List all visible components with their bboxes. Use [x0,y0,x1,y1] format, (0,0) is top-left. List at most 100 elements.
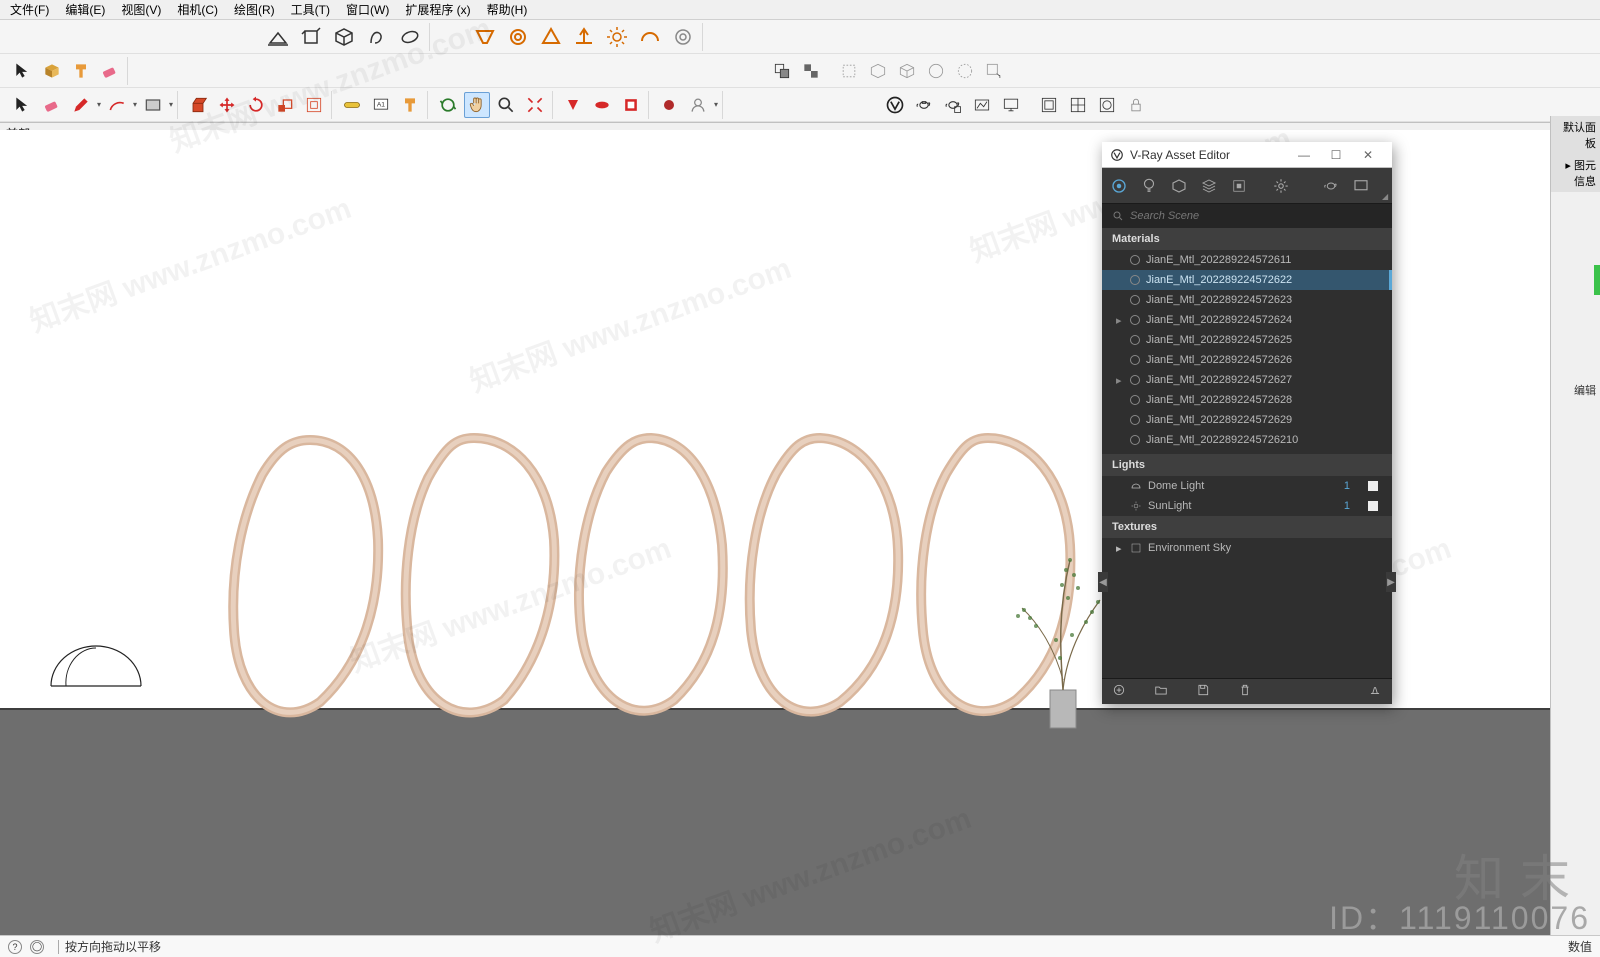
vray-titlebar[interactable]: V-Ray Asset Editor — ☐ ✕ [1102,142,1392,168]
scale-icon[interactable] [272,92,298,118]
menu-view[interactable]: 视图(V) [113,0,169,20]
paint2-icon[interactable] [397,92,423,118]
vray-tab-frame-icon[interactable] [1352,176,1370,196]
vray-tab-geometry-icon[interactable] [1170,176,1188,196]
frame-render-icon[interactable] [969,92,995,118]
style4-icon[interactable] [362,22,392,52]
viewport2-icon[interactable] [1065,92,1091,118]
vray-sel2-icon[interactable] [798,58,824,84]
status-user-icon[interactable]: ◯ [30,940,44,954]
menu-tools[interactable]: 工具(T) [283,0,338,20]
vray-wire1-icon[interactable] [865,58,891,84]
vray-tab-textures-icon[interactable] [1200,176,1218,196]
rect-icon[interactable] [140,92,166,118]
red1-icon[interactable] [560,92,586,118]
style2-icon[interactable] [296,22,326,52]
monitor-icon[interactable] [998,92,1024,118]
cam-circle-icon[interactable] [503,22,533,52]
user-icon[interactable] [685,92,711,118]
menu-camera[interactable]: 相机(C) [169,0,226,20]
pencil-icon[interactable] [68,92,94,118]
text-icon[interactable]: A1 [368,92,394,118]
model-ring-3[interactable] [566,430,736,720]
vray-section-lights[interactable]: Lights [1102,454,1392,476]
red3-icon[interactable] [618,92,644,118]
teapot2-icon[interactable] [940,92,966,118]
vray-search[interactable]: Search Scene [1102,204,1392,228]
red2-icon[interactable] [589,92,615,118]
vray-circle-icon[interactable] [923,58,949,84]
material-item[interactable]: JianE_Mtl_202289224572623 [1102,290,1392,310]
menu-draw[interactable]: 绘图(R) [226,0,283,20]
vray-tab-gear-icon[interactable] [1272,176,1290,196]
vray-tab-lights-icon[interactable] [1140,176,1158,196]
style1-icon[interactable] [263,22,293,52]
vray-box1-icon[interactable] [836,58,862,84]
move-icon[interactable] [214,92,240,118]
cam-sun-icon[interactable] [602,22,632,52]
cam-target-icon[interactable] [668,22,698,52]
tray-panel[interactable]: 默认面板 ▸ 图元信息 [1550,116,1600,957]
scroll-right-icon[interactable]: ▶ [1386,572,1396,592]
menu-window[interactable]: 窗口(W) [338,0,397,20]
delete-icon[interactable] [1238,683,1252,700]
add-asset-icon[interactable] [1112,683,1126,700]
vray-cursorbox-icon[interactable] [981,58,1007,84]
pushpull-icon[interactable] [185,92,211,118]
model-ring-4[interactable] [738,430,908,720]
menu-help[interactable]: 帮助(H) [479,0,536,20]
select-icon[interactable] [10,58,36,84]
teapot1-icon[interactable] [911,92,937,118]
vray-section-textures[interactable]: Textures [1102,516,1392,538]
orbit-icon[interactable] [435,92,461,118]
viewport1-icon[interactable] [1036,92,1062,118]
menu-file[interactable]: 文件(F) [2,0,57,20]
model-ring-2[interactable] [394,430,564,720]
cam-dome-icon[interactable] [635,22,665,52]
light-item[interactable]: SunLight1 [1102,496,1392,516]
materials-icon[interactable] [39,58,65,84]
status-info-icon[interactable]: ? [8,940,22,954]
vray-section-materials[interactable]: Materials [1102,228,1392,250]
vray-wire2-icon[interactable] [894,58,920,84]
vray-minimize-button[interactable]: — [1288,148,1320,162]
material-item[interactable]: ▸JianE_Mtl_202289224572627 [1102,370,1392,390]
cam-persp-icon[interactable] [470,22,500,52]
zoom-extents-icon[interactable] [522,92,548,118]
vray-tab-settings2-icon[interactable] [1230,176,1248,196]
vray-asset-editor[interactable]: V-Ray Asset Editor — ☐ ✕ ◢ Search Scene … [1102,142,1392,704]
arrow-icon[interactable] [10,92,36,118]
vray-tab-render-icon[interactable] [1322,176,1340,196]
bug-icon[interactable] [656,92,682,118]
zoom-icon[interactable] [493,92,519,118]
rotate-icon[interactable] [243,92,269,118]
eraser2-icon[interactable] [39,92,65,118]
material-item[interactable]: ▸JianE_Mtl_202289224572624 [1102,310,1392,330]
vray-logo-icon[interactable] [882,92,908,118]
material-item[interactable]: JianE_Mtl_202289224572611 [1102,250,1392,270]
save-asset-icon[interactable] [1196,683,1210,700]
menu-extensions[interactable]: 扩展程序 (x) [397,0,478,20]
pan-icon[interactable] [464,92,490,118]
style5-icon[interactable] [395,22,425,52]
scroll-left-icon[interactable]: ◀ [1098,572,1108,592]
light-item[interactable]: Dome Light1 [1102,476,1392,496]
material-item[interactable]: JianE_Mtl_202289224572629 [1102,410,1392,430]
material-item[interactable]: JianE_Mtl_2022892245726210 [1102,430,1392,450]
material-item[interactable]: JianE_Mtl_202289224572622 [1102,270,1392,290]
texture-item[interactable]: ▸Environment Sky [1102,538,1392,558]
vray-sel1-icon[interactable] [769,58,795,84]
cam-floor-icon[interactable] [569,22,599,52]
menu-edit[interactable]: 编辑(E) [57,0,113,20]
material-item[interactable]: JianE_Mtl_202289224572626 [1102,350,1392,370]
tape-icon[interactable] [339,92,365,118]
vray-dotcircle-icon[interactable] [952,58,978,84]
paint-icon[interactable] [68,58,94,84]
vray-maximize-button[interactable]: ☐ [1320,148,1352,162]
eraser-icon[interactable] [97,58,123,84]
offset-icon[interactable] [301,92,327,118]
model-ring-1[interactable] [220,430,390,720]
arc-icon[interactable] [104,92,130,118]
viewport3-icon[interactable] [1094,92,1120,118]
purge-icon[interactable] [1368,683,1382,700]
